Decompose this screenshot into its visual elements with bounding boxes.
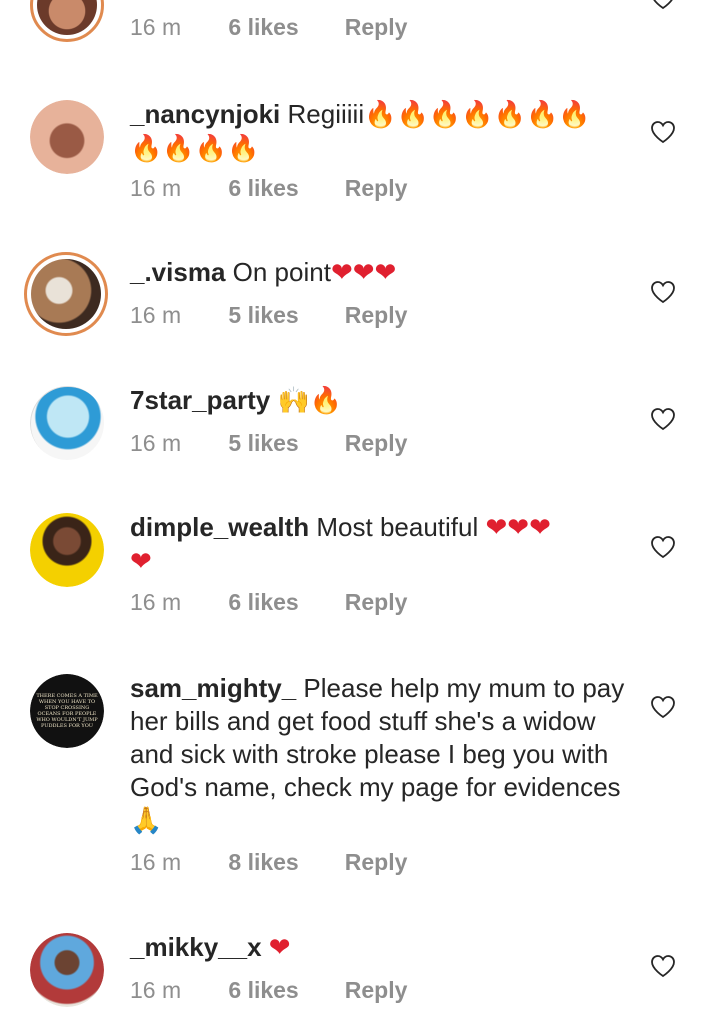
folded-hands-emoji: 🙏 xyxy=(130,806,163,836)
red-heart-emoji: ❤ xyxy=(130,547,152,577)
comment-time: 16 m xyxy=(130,302,182,328)
raising-hands-emoji: 🙌🔥 xyxy=(277,386,343,416)
avatar[interactable] xyxy=(24,252,108,336)
avatar-image xyxy=(30,386,104,460)
fire-emoji: 🔥🔥🔥🔥🔥🔥🔥 xyxy=(364,100,591,130)
reply-button[interactable]: Reply xyxy=(345,175,408,202)
comment-body: sam_mighty_ Please help my mum to pay he… xyxy=(130,672,635,838)
comment-text: On point xyxy=(232,257,331,287)
comment-body: _mikky__x ❤ xyxy=(130,931,630,965)
comment-username[interactable]: _nancynjoki xyxy=(130,99,280,129)
comment-likes[interactable]: 6 likes xyxy=(228,977,338,1004)
red-heart-emoji: ❤ xyxy=(268,933,291,963)
avatar[interactable]: THERE COMES A TIME WHEN YOU HAVE TO STOP… xyxy=(30,674,104,748)
comment-meta: 16 m 5 likes Reply xyxy=(130,430,407,457)
red-heart-emoji: ❤❤❤ xyxy=(485,513,551,543)
comment-body: 7star_party 🙌🔥 xyxy=(130,384,630,418)
comment-text: Regiiiii xyxy=(287,99,365,129)
reply-button[interactable]: Reply xyxy=(345,430,408,457)
comment-meta: 16 m 6 likes Reply xyxy=(130,14,407,41)
comment-likes[interactable]: 6 likes xyxy=(228,175,338,202)
comment-body: _nancynjoki Regiiiii🔥🔥🔥🔥🔥🔥🔥 🔥🔥🔥🔥 xyxy=(130,98,630,166)
like-heart-icon[interactable] xyxy=(650,535,676,559)
comment-likes[interactable]: 5 likes xyxy=(228,430,338,457)
like-heart-icon[interactable] xyxy=(650,280,676,304)
reply-button[interactable]: Reply xyxy=(345,849,408,876)
reply-button[interactable]: Reply xyxy=(345,589,408,616)
avatar-image xyxy=(30,513,104,587)
avatar-image xyxy=(37,0,97,35)
comment-meta: 16 m 5 likes Reply xyxy=(130,302,407,329)
comment-username[interactable]: dimple_wealth xyxy=(130,512,309,542)
comment-time: 16 m xyxy=(130,589,182,615)
reply-button[interactable]: Reply xyxy=(345,977,408,1004)
avatar[interactable] xyxy=(30,933,104,1007)
avatar-image xyxy=(30,933,104,1007)
comment-meta: 16 m 6 likes Reply xyxy=(130,977,407,1004)
comment-meta: 16 m 6 likes Reply xyxy=(130,589,407,616)
comment-time: 16 m xyxy=(130,977,182,1003)
comment-time: 16 m xyxy=(130,430,182,456)
comment-username[interactable]: sam_mighty_ xyxy=(130,673,296,703)
like-heart-icon[interactable] xyxy=(650,120,676,144)
like-heart-icon[interactable] xyxy=(650,0,676,10)
fire-emoji: 🔥🔥🔥🔥 xyxy=(130,134,260,164)
comment-body: _.visma On point❤❤❤ xyxy=(130,256,630,290)
red-heart-emoji: ❤❤❤ xyxy=(330,258,397,288)
comment-likes[interactable]: 6 likes xyxy=(228,14,338,41)
comment-meta: 16 m 8 likes Reply xyxy=(130,849,407,876)
comment-likes[interactable]: 5 likes xyxy=(228,302,338,329)
comment-meta: 16 m 6 likes Reply xyxy=(130,175,407,202)
comment-body: dimple_wealth Most beautiful ❤❤❤ ❤ xyxy=(130,511,630,579)
avatar-image xyxy=(30,100,104,174)
comment-likes[interactable]: 6 likes xyxy=(228,589,338,616)
comment-text: Most beautiful xyxy=(316,512,479,542)
avatar[interactable] xyxy=(30,513,104,587)
comment-likes[interactable]: 8 likes xyxy=(228,849,338,876)
like-heart-icon[interactable] xyxy=(650,407,676,431)
comment-username[interactable]: _mikky__x xyxy=(130,932,262,962)
comment-time: 16 m xyxy=(130,849,182,875)
avatar-image xyxy=(31,259,101,329)
comment-time: 16 m xyxy=(130,175,182,201)
avatar-caption-line: PUDDLES FOR YOU xyxy=(40,723,94,729)
like-heart-icon[interactable] xyxy=(650,954,676,978)
avatar[interactable] xyxy=(30,0,104,42)
avatar[interactable] xyxy=(30,386,104,460)
comment-time: 16 m xyxy=(130,14,182,40)
avatar-image: THERE COMES A TIME WHEN YOU HAVE TO STOP… xyxy=(30,674,104,748)
reply-button[interactable]: Reply xyxy=(345,302,408,329)
reply-button[interactable]: Reply xyxy=(345,14,408,41)
avatar[interactable] xyxy=(30,100,104,174)
like-heart-icon[interactable] xyxy=(650,695,676,719)
comment-username[interactable]: _.visma xyxy=(130,257,225,287)
comment-username[interactable]: 7star_party xyxy=(130,385,270,415)
